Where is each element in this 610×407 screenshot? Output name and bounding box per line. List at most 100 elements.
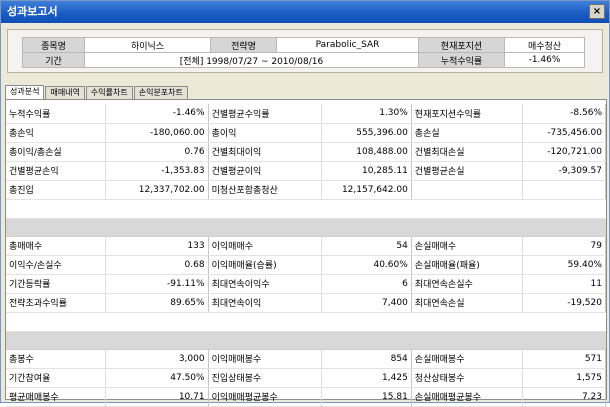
metric-label: 이익매매봉수 (208, 349, 323, 369)
metric-value: 1.30% (321, 104, 412, 124)
metric-value: -1.46% (105, 104, 209, 124)
metric-value: 3,000 (105, 349, 209, 369)
metric-label: 최대연속이익 (208, 293, 323, 313)
table-row: 이익수/손실수 0.68 이익매매율(승률) 40.60% 손실매매율(패율) 59.40… (6, 255, 606, 275)
metric-value: 12,157,642.00 (321, 180, 412, 200)
metric-label: 총진입 (6, 180, 107, 200)
metric-value: 555,396.00 (321, 123, 412, 143)
period-value: [전체] 1998/07/27 ~ 2010/08/16 (84, 52, 419, 68)
cum-return-value: -1.46% (504, 52, 585, 68)
metric-value: 40.60% (321, 255, 412, 275)
metric-value: -91.11% (105, 274, 209, 294)
blank-row (6, 312, 606, 332)
blank-row (6, 199, 606, 219)
tab-trade-history[interactable]: 매매내역 (45, 86, 85, 99)
metric-label (411, 180, 524, 200)
stock-label: 종목명 (22, 37, 85, 53)
table-row: 총이익/총손실 0.76 건별최대이익 108,488.00 건별최대손실 -120,72… (6, 142, 606, 162)
metric-value: -735,456.00 (522, 123, 606, 143)
table-row: 총손익 -180,060.00 총이익 555,396.00 총손실 -735,456.0… (6, 123, 606, 143)
blank-cell (105, 199, 209, 219)
metric-value: 11 (522, 274, 606, 294)
metric-label: 건별평균손실 (411, 161, 524, 181)
window-title: 성과보고서 (7, 5, 58, 18)
metric-value: -1,353.83 (105, 161, 209, 181)
metric-label: 건별최대손실 (411, 142, 524, 162)
blank-cell (321, 199, 412, 219)
table-row: 평균매매봉수 10.71 이익매매평균봉수 15.81 손실매매평균봉수 7.23 (6, 387, 606, 407)
metric-label: 총손익 (6, 123, 107, 143)
metric-value: 0.68 (105, 255, 209, 275)
metric-label: 총손실 (411, 123, 524, 143)
blank-cell (411, 199, 523, 219)
metric-value: 79 (522, 236, 606, 256)
metric-value: -19,520 (522, 293, 606, 313)
tab-pnl-distribution-chart[interactable]: 손익분포차트 (133, 86, 188, 99)
metric-value: 7.23 (522, 387, 606, 407)
metric-value: 133 (105, 236, 209, 256)
blank-cell (522, 199, 606, 219)
metric-label: 건별평균수익률 (208, 104, 323, 124)
metric-value: 15.81 (321, 387, 412, 407)
tab-bar: 성과분석 매매내역 수익률차트 손익분포차트 (5, 85, 189, 99)
metric-value: 10,285.11 (321, 161, 412, 181)
metric-label: 손실매매평균봉수 (411, 387, 524, 407)
performance-table: 누적수익률 -1.46% 건별평균수익률 1.30% 현재포지션수익률 -8.56% 총손익… (6, 104, 606, 407)
position-value: 매수청산 (504, 37, 585, 53)
metric-value: 47.50% (105, 368, 209, 388)
metric-value: 89.65% (105, 293, 209, 313)
table-row: 총진입 12,337,702.00 미청산포함총청산 12,157,642.00 (6, 180, 606, 200)
metric-value: 1,575 (522, 368, 606, 388)
metric-value: 6 (321, 274, 412, 294)
info-table: 종목명 하이닉스 전략명 Parabolic_SAR 현재포지션 매수청산 기간… (22, 37, 585, 68)
table-row: 누적수익률 -1.46% 건별평균수익률 1.30% 현재포지션수익률 -8.56% (6, 104, 606, 124)
metric-label: 총이익 (208, 123, 323, 143)
metric-label: 전략초과수익률 (6, 293, 107, 313)
period-label: 기간 (22, 52, 85, 68)
tab-performance-analysis[interactable]: 성과분석 (5, 85, 45, 99)
blank-cell (208, 199, 322, 219)
blank-cell (321, 312, 412, 332)
metric-value: 12,337,702.00 (105, 180, 209, 200)
performance-report-window: 성과보고서 × 종목명 하이닉스 전략명 Parabolic_SAR 현재포지션… (0, 0, 610, 407)
metric-label: 이익매매율(승률) (208, 255, 323, 275)
metric-label: 총봉수 (6, 349, 107, 369)
metric-label: 건별평균이익 (208, 161, 323, 181)
metric-label: 미청산포함총청산 (208, 180, 323, 200)
metric-label: 손실매매봉수 (411, 349, 524, 369)
metric-label: 총이익/총손실 (6, 142, 107, 162)
metric-label: 건별최대이익 (208, 142, 323, 162)
metric-value: 0.76 (105, 142, 209, 162)
stock-value: 하이닉스 (84, 37, 211, 53)
section-separator (6, 218, 606, 237)
blank-cell (208, 312, 322, 332)
blank-cell (6, 199, 106, 219)
tab-return-chart[interactable]: 수익률차트 (85, 86, 133, 99)
metric-label: 평균매매봉수 (6, 387, 107, 407)
metric-value: 1,425 (321, 368, 412, 388)
metric-value: -8.56% (522, 104, 606, 124)
metric-value: 10.71 (105, 387, 209, 407)
section-separator (6, 331, 606, 350)
metric-value: 7,400 (321, 293, 412, 313)
close-icon[interactable]: × (589, 4, 605, 19)
table-row: 전략초과수익률 89.65% 최대연속이익 7,400 최대연속손실 -19,520 (6, 293, 606, 313)
metric-label: 이익수/손실수 (6, 255, 107, 275)
metric-value: 108,488.00 (321, 142, 412, 162)
metric-value: 854 (321, 349, 412, 369)
metric-value: -120,721.00 (522, 142, 606, 162)
metric-label: 누적수익률 (6, 104, 107, 124)
metric-label: 이익매매평균봉수 (208, 387, 323, 407)
metric-label: 기간참여율 (6, 368, 107, 388)
metric-label: 건별평균손익 (6, 161, 107, 181)
metric-label: 최대연속손실수 (411, 274, 524, 294)
metric-value: 54 (321, 236, 412, 256)
strategy-label: 전략명 (210, 37, 277, 53)
metric-value: -9,309.57 (522, 161, 606, 181)
cum-return-label: 누적수익률 (418, 52, 505, 68)
table-row: 총매매수 133 이익매매수 54 손실매매수 79 (6, 236, 606, 256)
metric-label: 청산상태봉수 (411, 368, 524, 388)
table-row: 총봉수 3,000 이익매매봉수 854 손실매매봉수 571 (6, 349, 606, 369)
metric-value: 59.40% (522, 255, 606, 275)
metric-label: 최대연속손실 (411, 293, 524, 313)
